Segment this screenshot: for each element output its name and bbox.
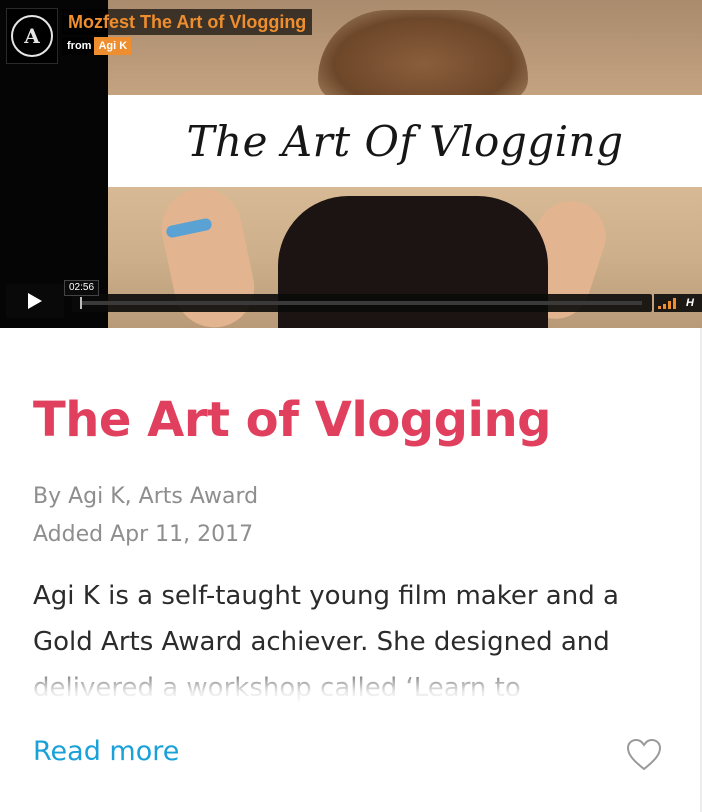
play-button[interactable] bbox=[6, 284, 64, 318]
thumbnail-title-strip: The Art Of Vlogging bbox=[108, 95, 702, 187]
read-more-link[interactable]: Read more bbox=[33, 736, 179, 767]
progress-bar[interactable] bbox=[72, 294, 652, 312]
video-player[interactable]: The Art Of Vlogging A Mozfest The Art of… bbox=[0, 0, 702, 328]
card-title[interactable]: The Art of Vlogging bbox=[33, 392, 552, 448]
author-link[interactable]: Agi K bbox=[94, 37, 132, 55]
heart-icon bbox=[626, 738, 662, 771]
card-byline: By Agi K, Arts Award bbox=[33, 484, 259, 509]
frame-hair bbox=[318, 10, 528, 100]
thumbnail-title-text: The Art Of Vlogging bbox=[186, 116, 624, 166]
hd-indicator[interactable]: H bbox=[686, 297, 694, 309]
volume-icon bbox=[658, 298, 676, 309]
volume-control[interactable]: H bbox=[654, 294, 702, 312]
player-controls: 02:56 H bbox=[0, 280, 702, 318]
description-fade bbox=[20, 660, 700, 706]
progress-handle[interactable] bbox=[80, 297, 82, 309]
timestamp: 02:56 bbox=[64, 280, 100, 296]
channel-badge[interactable]: A bbox=[6, 8, 58, 64]
card-date-added: Added Apr 11, 2017 bbox=[33, 522, 254, 547]
favorite-button[interactable] bbox=[626, 738, 662, 772]
video-byline: from Agi K bbox=[62, 37, 132, 55]
from-label: from bbox=[62, 37, 95, 55]
play-icon bbox=[28, 293, 42, 309]
video-title[interactable]: Mozfest The Art of Vlogging bbox=[62, 9, 313, 35]
channel-logo: A bbox=[11, 15, 53, 57]
progress-track bbox=[82, 301, 642, 305]
